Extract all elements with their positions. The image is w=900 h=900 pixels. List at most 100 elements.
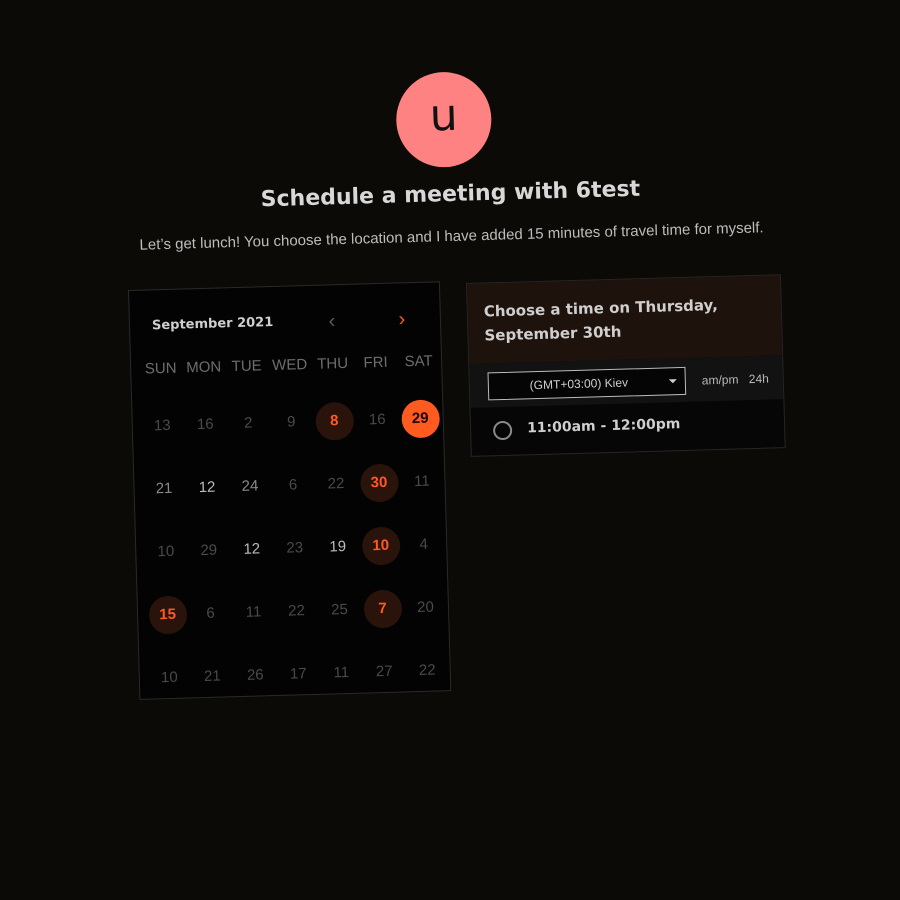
calendar-day-available[interactable]: 7	[360, 576, 405, 640]
time-panel-header: Choose a time on Thursday, September 30t…	[467, 275, 783, 364]
time-panel-title: Choose a time on Thursday, September 30t…	[483, 295, 719, 345]
calendar-day: 22	[274, 579, 319, 643]
calendar-day-available[interactable]: 15	[145, 582, 190, 646]
chevron-right-icon: ›	[398, 308, 406, 331]
calendar-day: 11	[400, 449, 445, 513]
next-month-button[interactable]: ›	[392, 308, 413, 332]
day-number: 22	[327, 475, 345, 493]
day-number: 8	[314, 401, 354, 441]
day-number: 10	[157, 542, 175, 561]
calendar-day: 22	[405, 638, 450, 702]
day-number: 13	[153, 416, 171, 435]
day-number: 12	[198, 478, 216, 497]
day-number: 15	[148, 594, 188, 635]
calendar-day: 26	[233, 643, 278, 707]
calendar-day: 9	[269, 390, 314, 454]
day-number: 11	[413, 472, 430, 491]
radio-icon[interactable]	[492, 420, 513, 441]
date-picker-calendar: September 2021 ‹ › SUN MON TUE WED THU FRI SAT…	[128, 281, 452, 700]
weekday-label: TUE	[231, 357, 262, 376]
calendar-day: 19	[315, 515, 360, 579]
month-label: September 2021	[151, 314, 274, 334]
calendar-day: 12	[185, 455, 230, 519]
calendar-day: 11	[231, 580, 276, 644]
weekday-label: THU	[316, 354, 349, 373]
day-number: 22	[418, 661, 436, 680]
calendar-day-available[interactable]: 30	[357, 450, 402, 514]
day-number: 29	[200, 541, 218, 560]
day-number: 21	[203, 667, 221, 686]
chevron-left-icon: ‹	[328, 310, 336, 333]
day-number: 11	[245, 603, 262, 621]
day-number: 10	[160, 668, 178, 687]
day-number: 12	[243, 540, 261, 558]
calendar-day: 25	[317, 578, 362, 642]
time-selection-panel: Choose a time on Thursday, September 30t…	[466, 274, 786, 457]
day-number: 25	[330, 600, 349, 619]
day-number: 9	[286, 413, 296, 431]
timezone-select[interactable]: (GMT+03:00) Kiev	[487, 366, 687, 401]
calendar-day: 21	[142, 456, 187, 520]
day-number: 27	[375, 662, 393, 681]
page-subtitle: Let’s get lunch! You choose the location…	[139, 219, 764, 254]
day-number: 16	[368, 410, 386, 429]
calendar-day: 24	[228, 454, 273, 518]
day-number: 7	[362, 588, 403, 629]
calendar-day: 6	[271, 453, 316, 517]
calendar-day: 2	[226, 391, 271, 455]
page-header: u Schedule a meeting with 6test Let’s ge…	[0, 0, 895, 254]
day-number: 26	[246, 666, 264, 684]
calendar-day: 20	[403, 575, 448, 639]
day-number: 6	[288, 476, 298, 494]
calendar-day: 6	[188, 581, 233, 645]
calendar-day: 21	[190, 644, 235, 708]
calendar-day: 29	[186, 518, 231, 582]
calendar-day: 16	[355, 388, 400, 452]
calendar-day: 4	[401, 512, 446, 576]
avatar: u	[395, 70, 493, 169]
day-number: 20	[416, 598, 435, 617]
day-number: 4	[419, 535, 429, 553]
calendar-day: 23	[272, 516, 317, 580]
time-slot[interactable]: 11:00am - 12:00pm	[470, 399, 784, 456]
calendar-day-selected[interactable]: 29	[398, 386, 443, 450]
day-number: 19	[329, 538, 347, 556]
timezone-value: (GMT+03:00) Kiev	[529, 375, 629, 393]
weekday-label: SUN	[144, 359, 177, 378]
weekday-label: SAT	[404, 352, 433, 371]
day-number: 11	[333, 663, 350, 682]
caret-down-icon	[668, 379, 677, 384]
day-number: 30	[359, 463, 399, 503]
calendar-day-available[interactable]: 10	[358, 513, 403, 577]
page-title: Schedule a meeting with 6test	[260, 176, 641, 213]
day-number: 23	[286, 539, 304, 557]
day-number: 17	[289, 665, 307, 683]
calendar-header: September 2021 ‹ ›	[151, 308, 433, 341]
day-number: 21	[155, 479, 173, 498]
previous-month-button[interactable]: ‹	[322, 310, 343, 334]
calendar-day: 10	[147, 645, 192, 709]
time-slot-label: 11:00am - 12:00pm	[526, 416, 681, 437]
day-number: 10	[361, 526, 401, 566]
day-number: 16	[196, 415, 214, 434]
weekday-label: MON	[185, 358, 222, 377]
day-number: 6	[206, 604, 215, 622]
format-ampm-toggle[interactable]: am/pm	[702, 372, 739, 387]
calendar-day-grid: 13 16 2 9 8 16 29 21 12 24 6 22 30 11 10 29 12 23 19 10 4 15 6…	[140, 386, 449, 709]
calendar-day: 12	[229, 517, 274, 581]
calendar-day-available[interactable]: 8	[312, 389, 357, 453]
day-number: 2	[243, 414, 253, 432]
weekday-header-row: SUN MON TUE WED THU FRI SAT	[139, 352, 439, 378]
weekday-label: FRI	[363, 353, 388, 372]
calendar-day: 10	[143, 519, 188, 583]
day-number: 24	[241, 477, 259, 495]
day-number: 22	[287, 602, 306, 620]
calendar-day: 16	[183, 392, 228, 456]
scheduling-page: u Schedule a meeting with 6test Let’s ge…	[0, 0, 900, 900]
calendar-day: 13	[140, 394, 185, 458]
day-number: 29	[400, 398, 440, 438]
avatar-letter: u	[429, 89, 459, 142]
calendar-day: 11	[319, 641, 364, 705]
format-24h-toggle[interactable]: 24h	[749, 372, 769, 387]
calendar-day: 22	[314, 452, 359, 516]
